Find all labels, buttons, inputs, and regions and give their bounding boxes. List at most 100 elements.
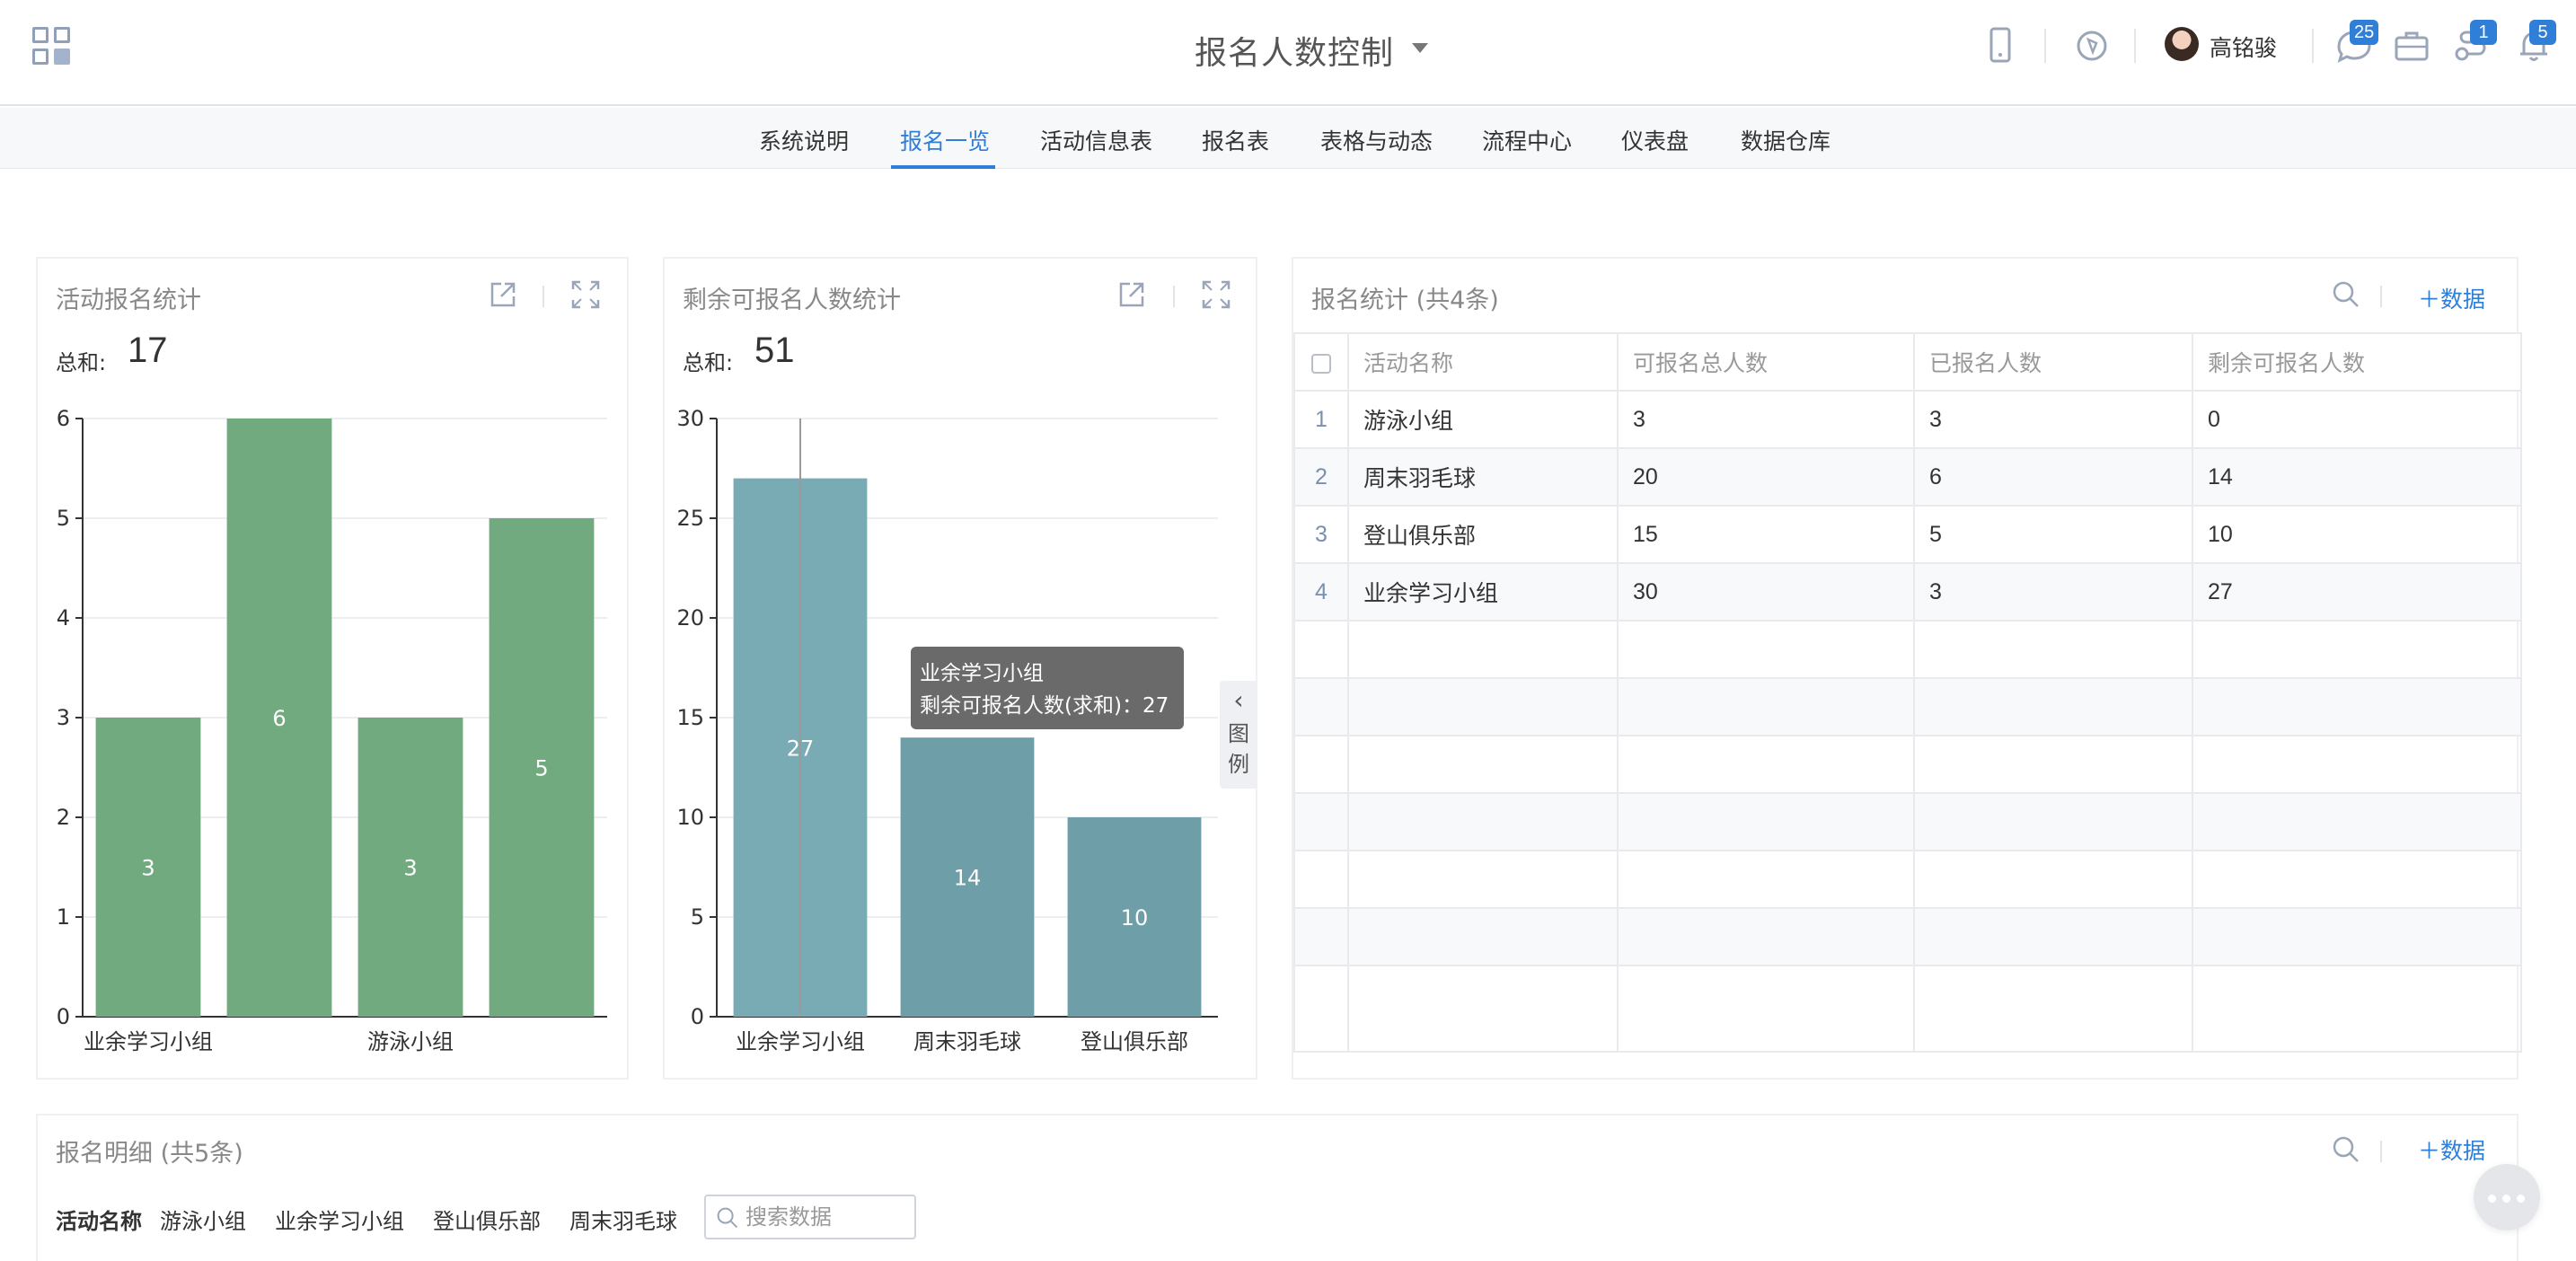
tab-process-center[interactable]: 流程中心 <box>1482 124 1572 156</box>
filter-option[interactable]: 游泳小组 <box>160 1204 246 1235</box>
plus-icon: ＋ <box>2418 1138 2441 1164</box>
table-cell: 业余学习小组 <box>1347 562 1619 622</box>
sum-value: 51 <box>754 331 795 370</box>
tab-dashboard[interactable]: 仪表盘 <box>1621 124 1689 156</box>
chart-tooltip: 业余学习小组 剩余可报名人数(求和)：27 <box>911 647 1184 729</box>
tool-divider <box>543 286 544 307</box>
y-tick-label: 1 <box>57 904 70 930</box>
table-row[interactable]: 3 登山俱乐部 15 5 10 <box>1293 505 2522 564</box>
tab-activity-info[interactable]: 活动信息表 <box>1040 124 1152 156</box>
header-divider <box>2044 29 2046 63</box>
empty-row <box>1293 850 2522 909</box>
card-title: 报名统计 (共4条) <box>1311 287 1499 314</box>
table-row[interactable]: 1 游泳小组 3 3 0 <box>1293 390 2522 449</box>
empty-row <box>1293 620 2522 679</box>
row-number: 3 <box>1293 505 1349 564</box>
table-cell: 3 <box>1913 562 2193 622</box>
avatar[interactable] <box>2165 27 2199 61</box>
table-header-row: 活动名称 可报名总人数 已报名人数 剩余可报名人数 <box>1293 332 2522 392</box>
open-external-icon[interactable] <box>485 277 521 313</box>
tab-registration-overview[interactable]: 报名一览 <box>900 124 990 156</box>
search-icon[interactable] <box>2328 1132 2364 1168</box>
select-all-cell <box>1293 332 1349 392</box>
column-header[interactable]: 剩余可报名人数 <box>2192 332 2522 392</box>
compass-icon[interactable] <box>2069 23 2114 68</box>
card-title: 活动报名统计 <box>56 287 201 314</box>
tab-data-warehouse[interactable]: 数据仓库 <box>1741 124 1831 156</box>
mobile-icon[interactable] <box>1978 23 2023 68</box>
column-header[interactable]: 已报名人数 <box>1913 332 2193 392</box>
y-tick-label: 15 <box>676 705 704 730</box>
fullscreen-icon[interactable] <box>568 277 604 313</box>
empty-row <box>1293 792 2522 851</box>
legend-toggle[interactable]: ‹ 图例 <box>1220 681 1257 789</box>
search-input[interactable] <box>745 1202 907 1232</box>
user-name[interactable]: 高铭骏 <box>2210 31 2277 63</box>
select-all-checkbox[interactable] <box>1311 353 1331 374</box>
add-data-label: 数据 <box>2440 1138 2486 1164</box>
tab-table-activity[interactable]: 表格与动态 <box>1320 124 1433 156</box>
legend-toggle-label: 图例 <box>1228 721 1249 777</box>
sum-value: 17 <box>128 331 168 370</box>
bar-value-label: 5 <box>534 756 548 781</box>
chevron-left-icon: ‹ <box>1233 685 1244 715</box>
tooltip-title: 业余学习小组 <box>920 662 1044 685</box>
filter-option[interactable]: 登山俱乐部 <box>433 1204 541 1235</box>
tool-divider <box>1173 286 1175 307</box>
filter-option[interactable]: 业余学习小组 <box>275 1204 404 1235</box>
column-header[interactable]: 活动名称 <box>1347 332 1619 392</box>
tab-registration-form[interactable]: 报名表 <box>1202 124 1269 156</box>
bar-value-label: 3 <box>403 856 417 881</box>
table-cell: 5 <box>1913 505 2193 564</box>
empty-row <box>1293 735 2522 794</box>
empty-row <box>1293 965 2522 1053</box>
title-dropdown-icon[interactable] <box>1412 43 1428 53</box>
registration-stats-card: 报名统计 (共4条) ＋数据 活动名称 可报名总人数 已报名人数 剩余可报名人数… <box>1292 257 2522 1080</box>
empty-row <box>1293 677 2522 736</box>
y-tick-label: 3 <box>57 705 70 730</box>
y-tick-label: 0 <box>691 1004 704 1029</box>
table-cell: 14 <box>2192 447 2522 507</box>
y-tick-label: 30 <box>676 406 704 431</box>
x-tick-label: 登山俱乐部 <box>1081 1029 1188 1054</box>
table-cell: 27 <box>2192 562 2522 622</box>
fullscreen-icon[interactable] <box>1198 277 1234 313</box>
header-divider <box>2312 29 2314 63</box>
top-header: 报名人数控制 高铭骏 25 1 5 <box>0 0 2576 106</box>
page-title[interactable]: 报名人数控制 <box>1195 27 1394 74</box>
briefcase-icon[interactable] <box>2389 23 2434 68</box>
y-tick-label: 25 <box>676 506 704 531</box>
activity-registration-card: 活动报名统计 总和: 17 0 1 2 3 4 5 6 3 业余学习小组 6 3 游泳小组 5 <box>36 257 629 1080</box>
row-number: 4 <box>1293 562 1349 622</box>
table-cell: 30 <box>1617 562 1915 622</box>
y-tick-label: 4 <box>57 605 70 630</box>
table-row[interactable]: 2 周末羽毛球 20 6 14 <box>1293 447 2522 507</box>
registration-detail-card: 报名明细 (共5条) ＋数据 活动名称 游泳小组 业余学习小组 登山俱乐部 周末… <box>36 1114 2519 1261</box>
search-icon[interactable] <box>2328 277 2364 313</box>
activity-registration-bar-chart: 0 1 2 3 4 5 6 3 业余学习小组 6 3 游泳小组 5 <box>57 406 607 1054</box>
table-row[interactable]: 4 业余学习小组 30 3 27 <box>1293 562 2522 622</box>
open-external-icon[interactable] <box>1114 277 1150 313</box>
table-cell: 游泳小组 <box>1347 390 1619 449</box>
column-header[interactable]: 可报名总人数 <box>1617 332 1915 392</box>
bar-value-label: 3 <box>141 856 154 881</box>
table-cell: 3 <box>1617 390 1915 449</box>
y-tick-label: 10 <box>676 805 704 830</box>
x-tick-label: 周末羽毛球 <box>913 1029 1021 1054</box>
add-data-button[interactable]: ＋数据 <box>2418 1133 2485 1166</box>
more-actions-button[interactable] <box>2474 1164 2540 1230</box>
apps-grid-icon[interactable] <box>32 27 72 66</box>
y-tick-label: 5 <box>57 506 70 531</box>
tab-system-guide[interactable]: 系统说明 <box>759 124 849 156</box>
bar-value-label: 6 <box>272 706 286 731</box>
main-nav: 系统说明 报名一览 活动信息表 报名表 表格与动态 流程中心 仪表盘 数据仓库 <box>0 108 2576 169</box>
sum-label: 总和: <box>56 350 107 375</box>
bar-value-label: 14 <box>954 866 982 891</box>
y-tick-label: 20 <box>676 605 704 630</box>
filter-option[interactable]: 周末羽毛球 <box>569 1204 677 1235</box>
add-data-button[interactable]: ＋数据 <box>2418 282 2485 314</box>
tooltip-value: 剩余可报名人数(求和)：27 <box>920 694 1169 718</box>
tool-divider <box>2380 286 2382 307</box>
stats-table: 活动名称 可报名总人数 已报名人数 剩余可报名人数 1 游泳小组 3 3 0 2… <box>1293 332 2522 1053</box>
x-tick-label: 游泳小组 <box>367 1029 454 1054</box>
